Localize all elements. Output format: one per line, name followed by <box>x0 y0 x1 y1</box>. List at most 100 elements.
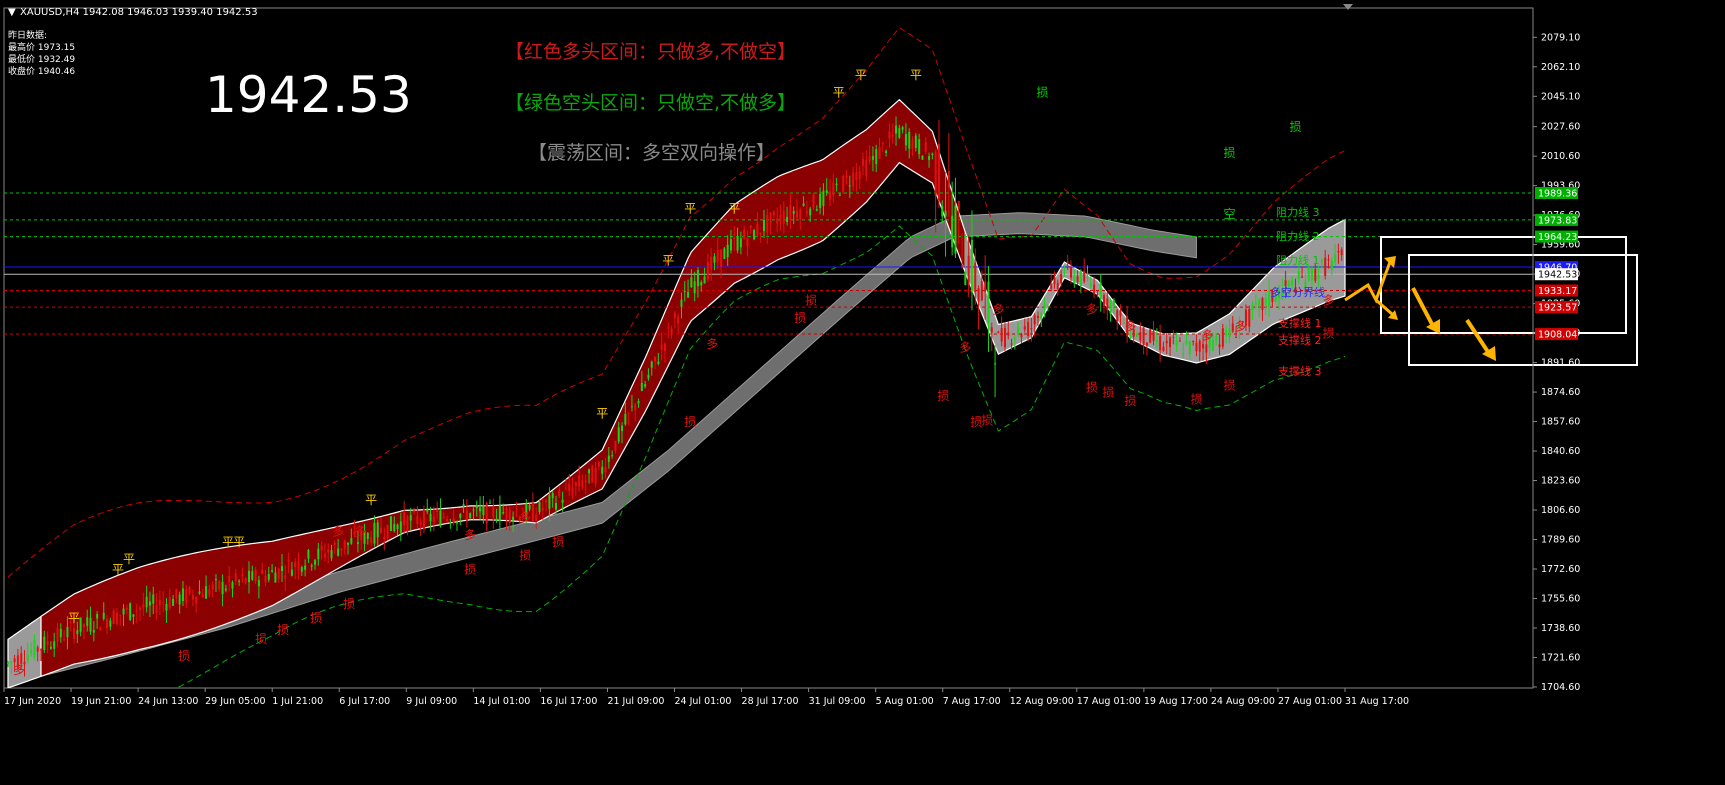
signal-marker-stop: 损 <box>981 413 993 427</box>
candle-body <box>109 620 112 627</box>
candle-body <box>356 542 359 544</box>
candle-body <box>148 601 151 606</box>
candle-body <box>132 614 135 617</box>
candle-body <box>584 480 587 483</box>
candle-body <box>254 569 257 582</box>
price-tick-label: 2010.60 <box>1541 151 1580 162</box>
candle-body <box>617 427 620 442</box>
signal-marker-stop: 损 <box>464 563 476 577</box>
signal-marker-long: 多 <box>959 340 971 354</box>
candle-body <box>531 502 534 522</box>
chart-svg[interactable]: 多平平平平平多 多平多多平平平多平平平 平多多 多多多多空多损损损损损损损损损损损损损… <box>0 0 1725 785</box>
candle-body <box>46 640 49 645</box>
candle-body <box>1155 340 1158 342</box>
candle-body <box>842 176 845 192</box>
candle-body <box>330 550 333 559</box>
candle-body <box>446 518 449 522</box>
label-resistance-3: 阻力线 3 <box>1276 205 1320 219</box>
candle-body <box>574 482 577 487</box>
candle-body <box>865 159 868 176</box>
candle-body <box>36 647 39 652</box>
candle-body <box>924 141 927 152</box>
candle-body <box>284 575 287 579</box>
candle-body <box>858 171 861 180</box>
candle-body <box>1096 294 1099 296</box>
candle-body <box>928 156 931 160</box>
time-axis[interactable]: 17 Jun 2020 19 Jun 21:00 24 Jun 13:00 29 Ju… <box>3 688 1409 707</box>
candle-body <box>1301 276 1304 278</box>
candle-body <box>878 146 881 159</box>
candle-body <box>317 548 320 560</box>
price-tick-label: 1704.60 <box>1541 682 1580 693</box>
candle-body <box>1056 283 1059 290</box>
candle-body <box>188 586 191 594</box>
candle-body <box>211 584 214 590</box>
candle-body <box>1327 259 1330 261</box>
candle-body <box>1307 266 1310 281</box>
candle-body <box>756 223 759 236</box>
candle-body <box>439 510 442 527</box>
candle-body <box>30 650 33 654</box>
candle-body <box>465 510 468 521</box>
candle-body <box>984 281 987 292</box>
candle-body <box>687 291 690 298</box>
candle-body <box>733 237 736 239</box>
candle-body <box>881 142 884 144</box>
candle-body <box>538 501 541 513</box>
candle-body <box>231 582 234 589</box>
candle-body <box>1254 303 1257 305</box>
candle-body <box>1317 274 1320 280</box>
candle-body <box>244 578 247 583</box>
candle-body <box>267 573 270 580</box>
candle-body <box>1013 338 1016 340</box>
candle-body <box>630 406 633 408</box>
candle-body <box>1159 336 1162 351</box>
candle-body <box>885 150 888 154</box>
candle-body <box>155 605 158 613</box>
time-tick-label: 27 Aug 01:00 <box>1278 696 1342 707</box>
symbol-header-arrow[interactable]: ▼ <box>8 7 16 18</box>
candle-body <box>1218 344 1221 348</box>
signal-marker-flat: 平 <box>365 493 377 507</box>
candle-body <box>901 127 904 130</box>
signal-marker-stop: 损 <box>937 389 949 403</box>
candle-body <box>485 502 488 524</box>
candle-body <box>455 521 458 524</box>
candle-body <box>432 516 435 522</box>
candle-body <box>1036 315 1039 319</box>
candle-body <box>1069 267 1072 278</box>
candle-body <box>1109 300 1112 314</box>
candle-body <box>218 581 221 590</box>
candle-body <box>1073 276 1076 284</box>
candle-body <box>1033 315 1036 325</box>
candle-body <box>607 455 610 462</box>
candle-body <box>1337 251 1340 253</box>
candle-body <box>271 570 274 572</box>
candle-body <box>119 614 122 617</box>
candle-body <box>1291 279 1294 286</box>
candle-body <box>822 190 825 206</box>
candle-body <box>591 466 594 483</box>
candle-body <box>43 636 46 651</box>
candle-body <box>502 512 505 514</box>
signal-marker-long: 多 <box>992 302 1004 316</box>
candle-body <box>347 542 350 545</box>
candle-body <box>1139 332 1142 341</box>
price-tick-label: 1874.60 <box>1541 387 1580 398</box>
label-support-1: 支撑线 1 <box>1278 316 1322 330</box>
candle-body <box>198 591 201 594</box>
prev-day-high: 最高价 1973.15 <box>8 41 75 53</box>
price-axis[interactable]: 2079.102062.102045.102027.602010.601993.… <box>1532 8 1580 693</box>
candle-body <box>508 509 511 524</box>
signal-marker-stop: 损 <box>343 597 355 611</box>
price-tick-label: 1823.60 <box>1541 476 1580 487</box>
label-resistance-2: 阻力线 2 <box>1276 229 1320 243</box>
chart-window[interactable]: 多平平平平平多多平多多平平平多平平平平多多多多多多空多损损损损损损损损损损损损损… <box>0 0 1725 785</box>
candle-body <box>604 467 607 473</box>
time-tick-label: 16 Jul 17:00 <box>540 696 597 707</box>
candle-body <box>663 343 666 352</box>
candle-body <box>73 627 76 639</box>
candle-body <box>561 499 564 503</box>
candle-body <box>624 413 627 425</box>
candle-body <box>323 553 326 558</box>
